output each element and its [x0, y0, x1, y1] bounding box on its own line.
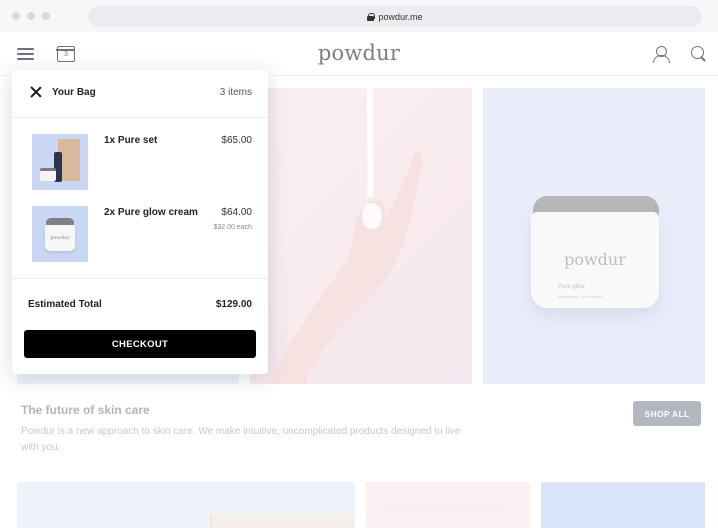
url-text: powdur.me [378, 11, 423, 22]
checkout-button[interactable]: CHECKOUT [24, 330, 256, 358]
item-thumbnail-pure-set[interactable] [32, 134, 88, 190]
cart-item-name[interactable]: 1x Pure set [104, 135, 157, 146]
browser-toolbar: powdur.me [0, 0, 718, 32]
site-logo[interactable]: powdur [0, 41, 718, 65]
address-bar[interactable]: powdur.me [88, 6, 702, 27]
window-zoom-dot[interactable] [42, 12, 50, 20]
item-thumbnail-glow-cream[interactable]: powdur [32, 206, 88, 262]
close-icon[interactable] [30, 86, 42, 98]
total-label: Estimated Total [28, 299, 102, 310]
cart-item-count: 3 items [219, 87, 252, 98]
thumb-brand: powdur [50, 235, 70, 241]
window-minimize-dot[interactable] [27, 12, 35, 20]
cart-item-price: $64.00 [221, 207, 252, 218]
cart-dropdown: Your Bag 3 items 1x Pure set $65.00 powd… [12, 70, 268, 374]
cart-title: Your Bag [52, 87, 96, 98]
cart-item-name[interactable]: 2x Pure glow cream [104, 207, 198, 218]
divider [12, 117, 268, 118]
window-close-dot[interactable] [12, 12, 20, 20]
divider [12, 278, 268, 279]
search-icon[interactable] [691, 46, 707, 62]
lock-icon [367, 12, 376, 21]
total-value: $129.00 [215, 299, 252, 310]
user-icon[interactable] [653, 46, 670, 63]
cart-item-price: $65.00 [221, 135, 252, 146]
thumb-jar [40, 168, 56, 181]
thumb-jar: powdur [45, 225, 75, 251]
cart-item-unit-price: $32.00 each [213, 224, 252, 231]
